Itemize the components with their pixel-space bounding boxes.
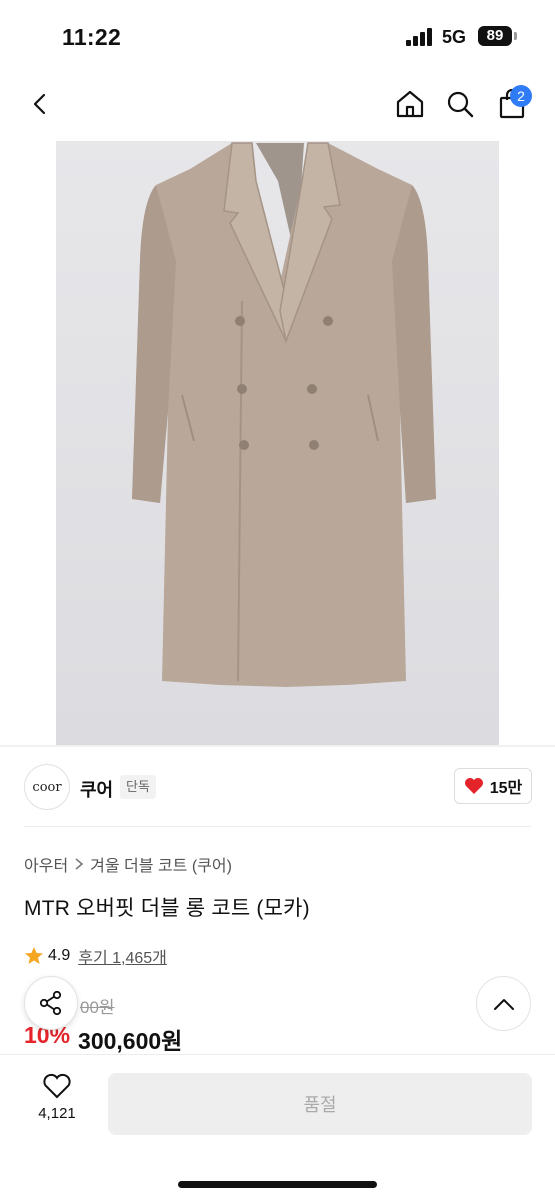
chevron-up-icon [493, 998, 514, 1010]
sale-price: 300,600원 [78, 1028, 183, 1054]
home-indicator [178, 1181, 377, 1188]
breadcrumb-subcategory[interactable]: 겨울 더블 코트 (쿠어) [90, 852, 232, 876]
exclusive-badge: 단독 [120, 775, 156, 799]
review-link[interactable]: 후기 1,465개 [78, 944, 167, 968]
signal-icon [406, 28, 434, 46]
battery-tip [514, 32, 517, 40]
search-icon [447, 91, 474, 118]
home-button[interactable] [390, 84, 430, 124]
brand-like-count: 15만 [489, 780, 523, 797]
product-image[interactable] [56, 141, 499, 745]
home-icon [396, 90, 424, 118]
brand-name[interactable]: 쿠어 [80, 776, 113, 802]
status-time: 11:22 [62, 24, 122, 50]
brand-like-button[interactable]: 15만 [454, 768, 532, 804]
battery-icon: 89 [478, 26, 512, 46]
back-button[interactable] [20, 84, 60, 124]
original-price: 00원 [80, 998, 115, 1017]
scroll-top-button[interactable] [476, 976, 531, 1031]
brand-logo[interactable]: coor [24, 764, 70, 810]
network-type: 5G [442, 27, 467, 47]
divider [0, 745, 555, 747]
bottom-action-bar: 4,121 품절 [0, 1054, 555, 1200]
top-nav [0, 76, 555, 136]
wishlist-button[interactable]: 4,121 [24, 1073, 90, 1133]
heart-filled-icon [464, 778, 483, 794]
breadcrumb: 아우터 겨울 더블 코트 (쿠어) [24, 852, 232, 876]
divider [24, 826, 531, 827]
breadcrumb-category[interactable]: 아우터 [24, 852, 68, 876]
star-icon [25, 947, 43, 964]
chevron-right-icon [75, 858, 84, 870]
coat-illustration [132, 142, 436, 687]
status-bar: 11:22 5G 89 [0, 0, 555, 76]
heart-outline-icon [43, 1073, 71, 1099]
search-button[interactable] [440, 84, 480, 124]
soldout-button[interactable]: 품절 [108, 1073, 532, 1135]
wishlist-count: 4,121 [38, 1105, 76, 1122]
cart-count-badge: 2 [510, 85, 532, 107]
rating-row: 4.9 후기 1,465개 [24, 944, 167, 968]
chevron-left-icon [33, 93, 46, 115]
product-title: MTR 오버핏 더블 롱 코트 (모카) [24, 897, 310, 920]
share-button[interactable] [24, 976, 78, 1030]
rating-score: 4.9 [48, 947, 71, 964]
share-icon [39, 990, 62, 1016]
